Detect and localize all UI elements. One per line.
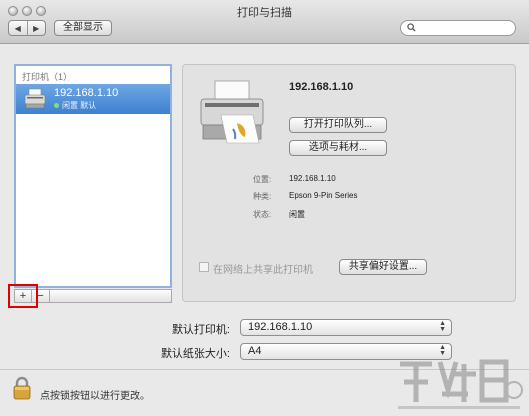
- sharing-preferences-button[interactable]: 共享偏好设置...: [339, 259, 427, 275]
- status-label: 状态:: [253, 210, 272, 219]
- default-printer-label: 默认打印机:: [171, 324, 230, 336]
- printer-detail-panel: 192.168.1.10 打开打印队列... 选项与耗材... 位置: 192.…: [182, 64, 516, 302]
- default-printer-value: 192.168.1.10: [248, 321, 313, 333]
- location-label: 位置:: [253, 175, 272, 184]
- forward-button[interactable]: ▶: [26, 21, 46, 35]
- list-toolbar-fill: [50, 289, 172, 303]
- default-paper-size-value: A4: [248, 345, 262, 357]
- status-value: 闲置: [289, 210, 305, 219]
- location-value: 192.168.1.10: [289, 174, 336, 183]
- kind-value: Epson 9-Pin Series: [289, 191, 358, 200]
- share-printer-checkbox[interactable]: [199, 262, 209, 272]
- kind-label: 种类:: [253, 192, 272, 201]
- share-printer-label: 在网络上共享此打印机: [213, 265, 313, 276]
- printer-name: 192.168.1.10: [289, 81, 354, 93]
- default-printer-select[interactable]: 192.168.1.10 ▲ ▼: [240, 319, 452, 336]
- lock-icon[interactable]: [12, 376, 32, 400]
- nav-buttons: ◀ ▶: [8, 20, 46, 36]
- default-paper-size-label: 默认纸张大小:: [160, 348, 230, 360]
- status-dot-icon: [54, 103, 59, 108]
- printer-large-icon: [200, 80, 264, 144]
- open-print-queue-button[interactable]: 打开打印队列...: [289, 117, 387, 133]
- printer-list-item[interactable]: 192.168.1.10 闲置 默认: [16, 84, 170, 114]
- lock-hint-text: 点按锁按钮以进行更改。: [40, 391, 150, 402]
- options-supplies-button[interactable]: 选项与耗材...: [289, 140, 387, 156]
- watermark-logo: [398, 359, 523, 409]
- printer-icon: [24, 88, 46, 109]
- title-bar: 打印与扫描 ◀ ▶ 全部显示: [0, 0, 529, 44]
- show-all-button[interactable]: 全部显示: [54, 20, 112, 36]
- printer-list-item-status: 闲置 默认: [62, 101, 97, 110]
- select-arrows-icon: ▲ ▼: [439, 320, 446, 333]
- back-button[interactable]: ◀: [9, 21, 27, 35]
- add-button-highlight-box: [8, 284, 38, 308]
- search-field[interactable]: [400, 20, 516, 36]
- window-title: 打印与扫描: [237, 7, 292, 19]
- printer-list-item-name: 192.168.1.10: [54, 87, 119, 99]
- printer-list-header: 打印机（1）: [22, 72, 73, 82]
- printer-list: 打印机（1） 192.168.1.10 闲置 默认: [14, 64, 172, 288]
- search-icon: [407, 23, 416, 32]
- search-input[interactable]: [419, 22, 509, 34]
